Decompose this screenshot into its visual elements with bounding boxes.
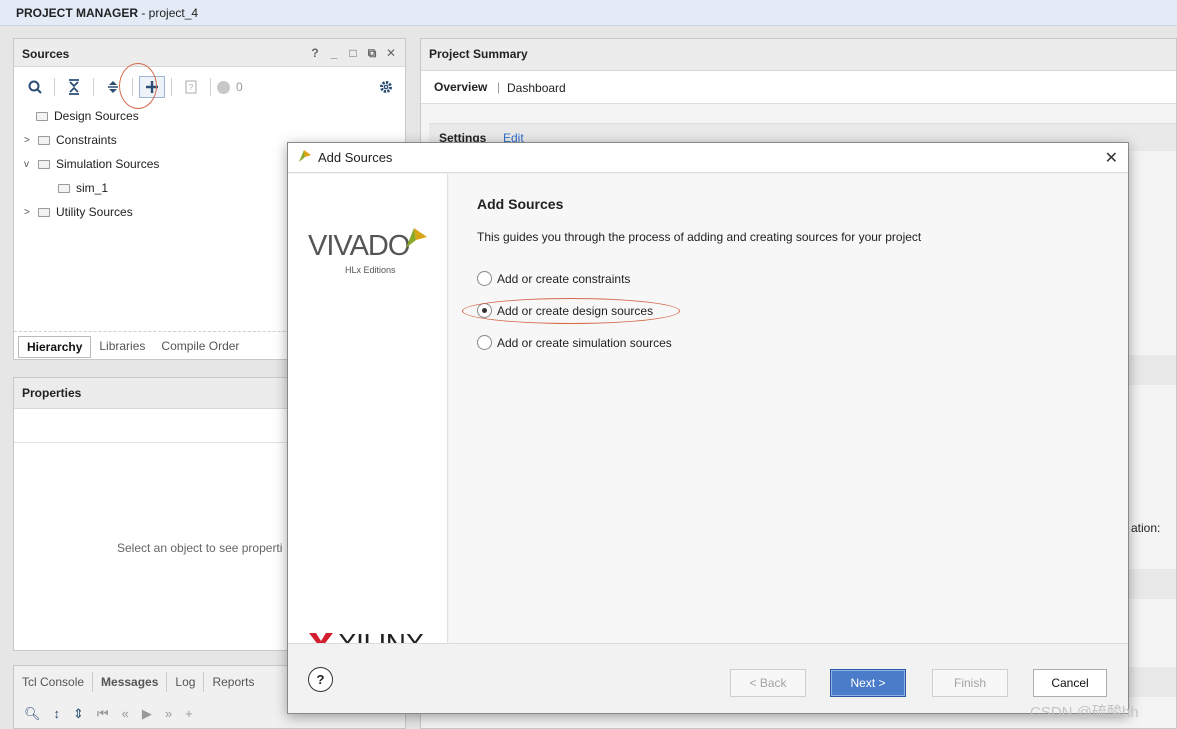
tab-tcl-console[interactable]: Tcl Console [14,672,94,692]
add-icon[interactable]: + [185,706,193,722]
chevron-right-icon[interactable]: > [24,207,34,218]
folder-icon [38,159,50,169]
help-icon[interactable]: ? [309,46,321,61]
float-icon[interactable]: ⧉ [366,46,378,61]
summary-partial-text: ation: [1131,521,1161,535]
search-icon[interactable] [22,76,48,98]
watermark: CSDN @硫酸hh [1030,704,1139,721]
tree-item-constraints[interactable]: > Constraints [24,131,117,149]
tab-dashboard[interactable]: Dashboard [507,81,566,95]
console-tabs: Tcl Console Messages Log Reports [14,672,262,692]
maximize-icon[interactable]: □ [347,46,359,61]
toolbar-separator [171,78,172,96]
vivado-logo-icon [296,148,312,167]
cancel-button[interactable]: Cancel [1033,669,1107,697]
option-label[interactable]: Add or create simulation sources [497,336,672,350]
close-icon[interactable]: ✕ [1105,148,1118,168]
gear-icon[interactable] [373,76,399,98]
tree-item-sim-1[interactable]: sim_1 [58,179,108,197]
radio-button[interactable] [477,335,492,350]
tab-overview[interactable]: Overview [434,80,487,94]
toolbar-separator [210,78,211,96]
project-manager-titlebar: PROJECT MANAGER - project_4 [0,0,1177,26]
tab-separator: | [497,80,501,94]
vivado-subbrand: HLx Editions [345,265,396,275]
tree-label: Simulation Sources [56,157,160,171]
svg-text:?: ? [189,83,194,92]
tree-item-utility-sources[interactable]: > Utility Sources [24,203,133,221]
radio-button[interactable] [477,271,492,286]
option-label[interactable]: Add or create constraints [497,272,630,286]
folder-icon [38,207,50,217]
dialog-title: Add Sources [318,150,393,165]
tree-label: Utility Sources [56,205,133,219]
toolbar-separator [93,78,94,96]
chevron-right-icon[interactable]: > [24,135,34,146]
tab-compile-order[interactable]: Compile Order [153,336,247,358]
vivado-wordmark: VIVADO [308,230,410,262]
tree-label: sim_1 [76,181,109,195]
previous-icon[interactable]: « [122,706,129,722]
tree-item-simulation-sources[interactable]: v Simulation Sources [24,155,159,173]
next-button[interactable]: Next > [830,669,906,697]
toolbar-separator [132,78,133,96]
folder-icon [58,183,70,193]
tab-log[interactable]: Log [167,672,205,692]
add-sources-dialog: Add Sources ✕ VIVADO HLx Editions XILINX… [287,142,1129,714]
collapse-all-icon[interactable]: ↕ [54,706,61,722]
summary-tabs: Overview | Dashboard [421,71,1176,104]
tab-libraries[interactable]: Libraries [91,336,153,358]
dialog-content: Add Sources This guides you through the … [449,174,1128,643]
tab-hierarchy[interactable]: Hierarchy [18,336,92,358]
properties-title: Properties [22,386,82,400]
collapse-all-icon[interactable] [61,76,87,98]
sources-toolbar: ? 0 [14,73,405,101]
expand-all-icon[interactable]: ⇕ [73,706,84,722]
add-sources-icon[interactable] [139,76,165,98]
sources-tabs: Hierarchy Libraries Compile Order [18,336,247,358]
file-info-icon[interactable]: ? [178,76,204,98]
tab-messages[interactable]: Messages [93,672,168,692]
summary-header: Project Summary [421,39,1176,71]
dialog-titlebar: Add Sources ✕ [288,143,1128,173]
dialog-description: This guides you through the process of a… [477,230,922,244]
summary-title: Project Summary [429,47,528,61]
properties-placeholder: Select an object to see properti [117,541,283,555]
app-title: PROJECT MANAGER [16,6,139,20]
tree-label: Constraints [56,133,117,147]
tab-reports[interactable]: Reports [204,672,262,692]
play-icon[interactable]: ▶ [142,706,152,722]
close-icon[interactable]: ✕ [385,46,397,61]
sources-window-buttons: ? _ □ ⧉ ✕ [309,46,397,61]
console-toolbar: 🔍︎ ↕ ⇕ ⏮ « ▶ » + [24,706,193,722]
back-button[interactable]: < Back [730,669,806,697]
sources-title: Sources [22,47,70,61]
toolbar-separator [54,78,55,96]
tree-label: Design Sources [54,109,139,123]
folder-icon [38,135,50,145]
expand-all-icon[interactable] [100,76,126,98]
option-constraints[interactable]: Add or create constraints [477,271,630,286]
help-button[interactable]: ? [308,667,333,692]
option-design-sources[interactable]: Add or create design sources [477,303,653,318]
folder-icon [36,111,48,121]
tree-item-design-sources[interactable]: Design Sources [36,107,139,125]
search-icon[interactable]: 🔍︎ [24,706,41,722]
finish-button[interactable]: Finish [932,669,1008,697]
first-icon[interactable]: ⏮ [97,706,109,722]
dialog-heading: Add Sources [477,196,564,212]
status-count: 0 [236,80,243,94]
next-icon[interactable]: » [165,706,172,722]
project-name: - project_4 [138,6,199,20]
option-label[interactable]: Add or create design sources [497,304,653,318]
option-simulation-sources[interactable]: Add or create simulation sources [477,335,672,350]
minimize-icon[interactable]: _ [328,46,340,61]
dialog-footer: ? < Back Next > Finish Cancel [288,643,1128,713]
chevron-down-icon[interactable]: v [24,159,34,170]
radio-button-checked[interactable] [477,303,492,318]
vivado-swirl-icon [406,228,427,248]
dialog-brand-sidebar: VIVADO HLx Editions XILINX [288,174,448,659]
status-indicator-icon: 0 [217,76,243,98]
sources-header: Sources ? _ □ ⧉ ✕ [14,39,405,67]
